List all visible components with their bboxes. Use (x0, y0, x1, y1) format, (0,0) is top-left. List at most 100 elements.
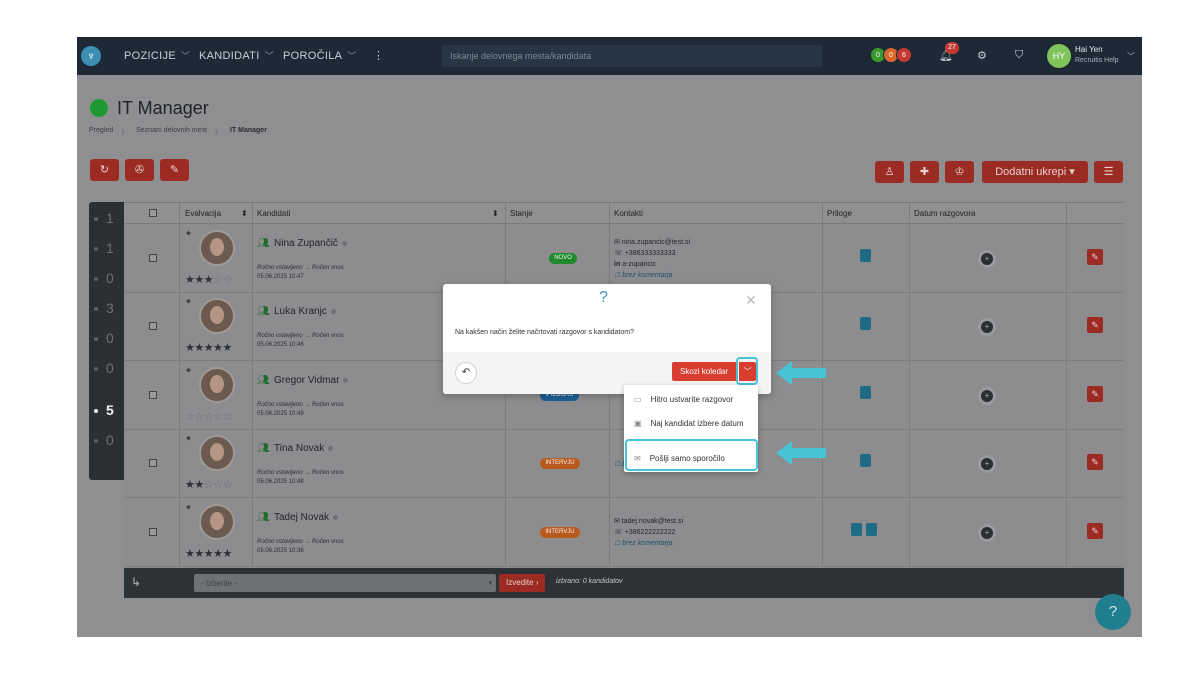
edit-button[interactable]: ✎ (1087, 454, 1103, 471)
edit-button[interactable]: ✎ (1087, 317, 1103, 334)
menu-item-quick-interview[interactable]: ▭ Hitro ustvarite razgovor (634, 395, 733, 404)
through-calendar-button[interactable]: Skozi koledar (672, 362, 737, 381)
header-candidates[interactable]: Kandidati (257, 209, 290, 218)
search-input[interactable]: Iskanje delovnega mesta/kandidata (442, 45, 822, 67)
shield-icon[interactable]: ⛉ (1015, 49, 1023, 62)
nav-item-candidates[interactable]: KANDIDATI ﹀ (199, 49, 274, 62)
rating-stars[interactable]: ★★★☆☆ (185, 273, 232, 286)
candidate-name[interactable]: Tadej Novak (274, 512, 338, 523)
menu-label: Hitro ustvarite razgovor (650, 395, 734, 404)
document-icon[interactable] (860, 249, 871, 262)
document-icon[interactable] (851, 522, 862, 536)
contact-email[interactable]: ✉ nina.zupancic@test.si (614, 237, 690, 248)
bulk-action-button[interactable]: ♙ (875, 161, 904, 183)
candidate-photo[interactable] (199, 298, 235, 335)
candidate-name[interactable]: Luka Kranjc (274, 306, 336, 317)
sort-icon[interactable]: ⬍ (492, 209, 499, 218)
table-row[interactable]: ⬥ ★★★★★ 👥︎ Tadej Novak Ročno vstavljeno → Ro… (124, 499, 1124, 567)
candidate-name[interactable]: Tina Novak (274, 443, 333, 454)
pipeline-stage-count[interactable]: 0 (106, 330, 114, 346)
close-icon[interactable]: ✕ (745, 292, 757, 309)
edit-button[interactable]: ✎ (1087, 249, 1103, 265)
avatar[interactable]: HY (1047, 44, 1071, 68)
user-name[interactable]: Hai Yen (1075, 45, 1103, 54)
status-counters[interactable]: 0 0 6 (870, 47, 912, 63)
breadcrumb-item[interactable]: Pregled (89, 127, 113, 137)
add-interview-icon[interactable]: + (981, 321, 993, 334)
pipeline-stage-count[interactable]: 5 (106, 402, 114, 418)
tag-icon[interactable]: ⬥ (186, 230, 191, 238)
rating-stars[interactable]: ☆☆☆☆☆ (185, 410, 232, 423)
edit-button[interactable]: ✎ (1087, 385, 1103, 402)
row-checkbox[interactable] (149, 322, 157, 331)
select-all-checkbox[interactable] (149, 209, 157, 217)
rating-stars[interactable]: ★★★★★ (185, 547, 232, 560)
nav-item-reports[interactable]: POROČILA ﹀ (283, 49, 357, 62)
add-user-button[interactable]: ✚ (910, 161, 939, 183)
candidate-photo[interactable] (199, 503, 235, 540)
add-interview-icon[interactable]: + (981, 458, 993, 471)
tag-icon[interactable]: ⬥ (186, 504, 191, 512)
add-interview-icon[interactable]: + (981, 526, 993, 539)
settings-sliders-button[interactable]: ☰ (1094, 161, 1123, 183)
counter-red[interactable]: 6 (896, 47, 912, 63)
pipeline-stage-count[interactable]: 1 (106, 240, 114, 256)
document-icon[interactable] (860, 317, 871, 331)
row-checkbox[interactable] (149, 390, 157, 399)
add-interview-icon[interactable]: + (981, 253, 993, 265)
users-icon: 👥︎ (257, 306, 270, 318)
pipeline-stage-count[interactable]: 0 (106, 432, 114, 448)
pipeline-stage-count[interactable]: 0 (106, 270, 114, 286)
contact-linkedin[interactable]: in a-zupancic (614, 259, 690, 270)
table-row[interactable]: ⬥ ★★★☆☆ 👥︎ Nina Zupančič Ročno vstavljeno → … (124, 225, 1124, 293)
assign-button[interactable]: ♔ (945, 161, 974, 183)
row-checkbox[interactable] (149, 527, 157, 536)
status-badge[interactable]: INTERVJU (540, 526, 580, 538)
row-checkbox[interactable] (149, 254, 157, 262)
document-icon[interactable] (866, 522, 877, 536)
additional-actions-button[interactable]: Dodatni ukrepi ▾ (982, 161, 1088, 183)
contact-email[interactable]: ✉ tadej.novak@test.si (614, 516, 683, 527)
contact-comment[interactable]: ☖ brez komentarja (614, 538, 683, 549)
contact-phone[interactable]: ☏ +386333333333 (614, 248, 690, 259)
bulk-action-select[interactable]: - Izberite - ▾ (194, 574, 496, 592)
candidate-photo[interactable] (199, 435, 235, 472)
more-menu-icon[interactable]: ⋮ (373, 49, 384, 62)
help-button[interactable]: ? (1095, 594, 1131, 630)
execute-button[interactable]: Izvedite › (499, 574, 546, 592)
candidate-name[interactable]: Nina Zupančič (274, 238, 347, 249)
breadcrumb-item[interactable]: Seznam delovnih mest (136, 127, 207, 137)
status-badge[interactable]: NOVO (549, 253, 577, 264)
edit-button[interactable]: ✎ (1087, 522, 1103, 539)
tag-icon[interactable]: ⬥ (186, 367, 191, 375)
header-evaluation[interactable]: Evalvacija (185, 209, 221, 218)
pipeline-stage-count[interactable]: 3 (106, 300, 114, 316)
chevron-down-icon[interactable]: ﹀ (1127, 51, 1135, 62)
pin-button[interactable]: ✇ (125, 159, 154, 181)
contact-comment[interactable]: ☖ brez komentarja (614, 270, 690, 281)
document-icon[interactable] (860, 385, 871, 399)
row-checkbox[interactable] (149, 459, 157, 468)
contact-phone[interactable]: ☏ +386222222222 (614, 527, 683, 538)
gear-icon[interactable]: ⚙ (977, 49, 987, 62)
status-badge[interactable]: INTERVJU (540, 458, 580, 470)
candidate-name[interactable]: Gregor Vidmar (274, 375, 348, 386)
tag-icon[interactable]: ⬥ (186, 298, 191, 306)
pipeline-stage-count[interactable]: 0 (106, 360, 114, 376)
candidate-photo[interactable] (199, 230, 235, 266)
tag-icon[interactable]: ⬥ (186, 435, 191, 443)
back-button[interactable]: ↶ (455, 362, 477, 384)
rating-stars[interactable]: ★★☆☆☆ (185, 478, 232, 491)
recruitis-logo[interactable]: ♆ (81, 46, 101, 66)
menu-item-candidate-picks-date[interactable]: ▣ Naj kandidat izbere datum (634, 419, 744, 428)
clear-button[interactable]: ✎ (160, 159, 189, 181)
rating-stars[interactable]: ★★★★★ (185, 341, 232, 354)
document-icon[interactable] (860, 454, 871, 468)
refresh-button[interactable]: ↻ (90, 159, 119, 181)
add-interview-icon[interactable]: + (981, 389, 993, 402)
pipeline-stage-count[interactable]: 1 (106, 210, 114, 226)
sort-icon[interactable]: ⬍ (241, 209, 248, 218)
candidate-source: Ročno vstavljeno → Ročen vnos (257, 470, 344, 477)
candidate-photo[interactable] (199, 366, 235, 403)
nav-item-positions[interactable]: POZICIJE ﹀ (124, 49, 190, 62)
